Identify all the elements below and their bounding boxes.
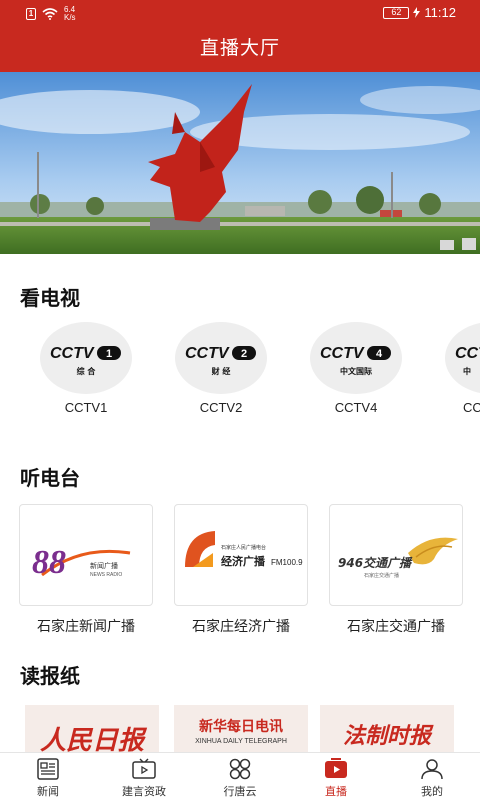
tv-channel-label: CCTV2 — [199, 400, 243, 415]
battery-icon: 62 — [383, 6, 410, 19]
radio-card-news[interactable]: 88 新闻广播 NEWS RADIO — [19, 504, 153, 606]
svg-text:XINHUA DAILY TELEGRAPH: XINHUA DAILY TELEGRAPH — [195, 738, 287, 745]
radio-card-economy[interactable]: 石家庄人民广播电台 经济广播 FM100.9 — [174, 504, 308, 606]
xinhua-logo: 新华每日电讯 XINHUA DAILY TELEGRAPH — [195, 718, 287, 745]
tv-channel-cctv1[interactable]: CCTV 1 综 合 CCTV1 — [36, 322, 136, 415]
sim-icon: 1 — [26, 8, 36, 20]
cctv4-logo: CCTV 4 中文国际 — [310, 322, 402, 394]
svg-text:新闻广播: 新闻广播 — [90, 561, 118, 570]
tv-channel-label: CC — [463, 400, 480, 415]
clock: 11:12 — [424, 5, 456, 20]
page-title: 直播大厅 — [0, 28, 480, 72]
svg-text:综 合: 综 合 — [77, 366, 97, 376]
status-right: 62 11:12 — [383, 5, 456, 20]
network-speed: 6.4 K/s — [64, 6, 76, 22]
svg-text:946交通广播: 946交通广播 — [338, 556, 413, 570]
newspaper-card-fazhi[interactable]: 法制时报 — [320, 705, 454, 753]
radio-traffic-logo: 946交通广播 石家庄交通广播 — [338, 537, 458, 579]
svg-text:中: 中 — [463, 366, 471, 376]
newspaper-card-renmin[interactable]: 人民日报 — [25, 705, 159, 753]
svg-text:石家庄人民广播电台: 石家庄人民广播电台 — [221, 544, 266, 551]
nav-label: 直播 — [325, 786, 347, 798]
radio-economy-logo: 石家庄人民广播电台 经济广播 FM100.9 — [185, 531, 303, 568]
banner-image[interactable] — [0, 72, 480, 254]
svg-text:CCTV: CCTV — [185, 345, 230, 362]
svg-text:财 经: 财 经 — [211, 366, 231, 376]
tv-channel-label: CCTV4 — [334, 400, 378, 415]
svg-text:4: 4 — [376, 348, 383, 360]
nav-item-advice[interactable]: 建言资政 — [96, 753, 192, 800]
tv-icon — [132, 758, 156, 779]
radio-card-traffic[interactable]: 946交通广播 石家庄交通广播 — [329, 504, 463, 606]
radio-label-news[interactable]: 石家庄新闻广播 — [11, 616, 161, 636]
nav-label: 行唐云 — [223, 786, 257, 798]
svg-text:中文国际: 中文国际 — [340, 366, 372, 376]
tv-channel-partial[interactable]: CCTV 中 CC — [441, 322, 480, 415]
newspaper-card-xinhua[interactable]: 新华每日电讯 XINHUA DAILY TELEGRAPH — [174, 705, 308, 753]
nav-item-cloud[interactable]: 行唐云 — [192, 753, 288, 800]
tv-channel-cctv2[interactable]: CCTV 2 财 经 CCTV2 — [171, 322, 271, 415]
nav-label: 新闻 — [37, 786, 59, 798]
svg-text:88: 88 — [32, 544, 66, 581]
radio-label-traffic[interactable]: 石家庄交通广播 — [321, 616, 471, 636]
radio-news-logo: 88 新闻广播 NEWS RADIO — [32, 544, 131, 581]
banner-photo — [0, 72, 480, 254]
section-title-tv: 看电视 — [20, 288, 80, 310]
cctv-partial-logo: CCTV 中 — [445, 322, 480, 394]
nav-item-mine[interactable]: 我的 — [384, 753, 480, 800]
grid-icon — [229, 758, 251, 780]
svg-text:新华每日电讯: 新华每日电讯 — [199, 718, 283, 735]
section-title-newspaper: 读报纸 — [20, 666, 80, 688]
nav-item-live[interactable]: 直播 — [288, 753, 384, 800]
status-left: 1 6.4 K/s — [26, 6, 76, 22]
charging-icon — [413, 7, 421, 18]
wifi-icon — [42, 8, 58, 20]
svg-text:人民日报: 人民日报 — [40, 726, 148, 753]
svg-text:CCTV: CCTV — [320, 345, 365, 362]
fazhi-shibao-logo: 法制时报 — [343, 723, 434, 749]
svg-text:CCTV: CCTV — [50, 345, 95, 362]
status-bar: 1 6.4 K/s 62 11:12 — [0, 0, 480, 28]
svg-text:法制时报: 法制时报 — [343, 723, 434, 749]
play-icon — [325, 758, 347, 778]
tv-channel-list[interactable]: CCTV 1 综 合 CCTV1 CCTV 2 财 经 CCTV2 CCTV 4… — [0, 322, 480, 422]
svg-text:石家庄交通广播: 石家庄交通广播 — [364, 572, 399, 579]
radio-label-economy[interactable]: 石家庄经济广播 — [166, 616, 316, 636]
tv-channel-cctv4[interactable]: CCTV 4 中文国际 CCTV4 — [306, 322, 406, 415]
svg-text:CCTV: CCTV — [455, 345, 480, 362]
network-speed-unit: K/s — [64, 13, 76, 22]
nav-label: 我的 — [421, 786, 443, 798]
nav-item-news[interactable]: 新闻 — [0, 753, 96, 800]
cctv1-logo: CCTV 1 综 合 — [40, 322, 132, 394]
svg-text:NEWS RADIO: NEWS RADIO — [90, 572, 122, 578]
svg-text:FM100.9: FM100.9 — [271, 558, 303, 567]
section-title-radio: 听电台 — [20, 468, 80, 490]
svg-text:2: 2 — [241, 348, 247, 360]
tv-channel-label: CCTV1 — [64, 400, 108, 415]
svg-text:经济广播: 经济广播 — [221, 554, 266, 568]
cctv2-logo: CCTV 2 财 经 — [175, 322, 267, 394]
bottom-nav: 新闻 建言资政 行唐云 直播 我的 — [0, 752, 480, 800]
news-icon — [37, 758, 59, 780]
user-icon — [421, 759, 443, 780]
svg-text:1: 1 — [106, 348, 112, 360]
renmin-ribao-logo: 人民日报 — [40, 726, 148, 753]
app-root: 1 6.4 K/s 62 11:12 直播大厅 看电视 CCTV 1 综 合 C… — [0, 0, 480, 800]
nav-label: 建言资政 — [122, 786, 166, 798]
